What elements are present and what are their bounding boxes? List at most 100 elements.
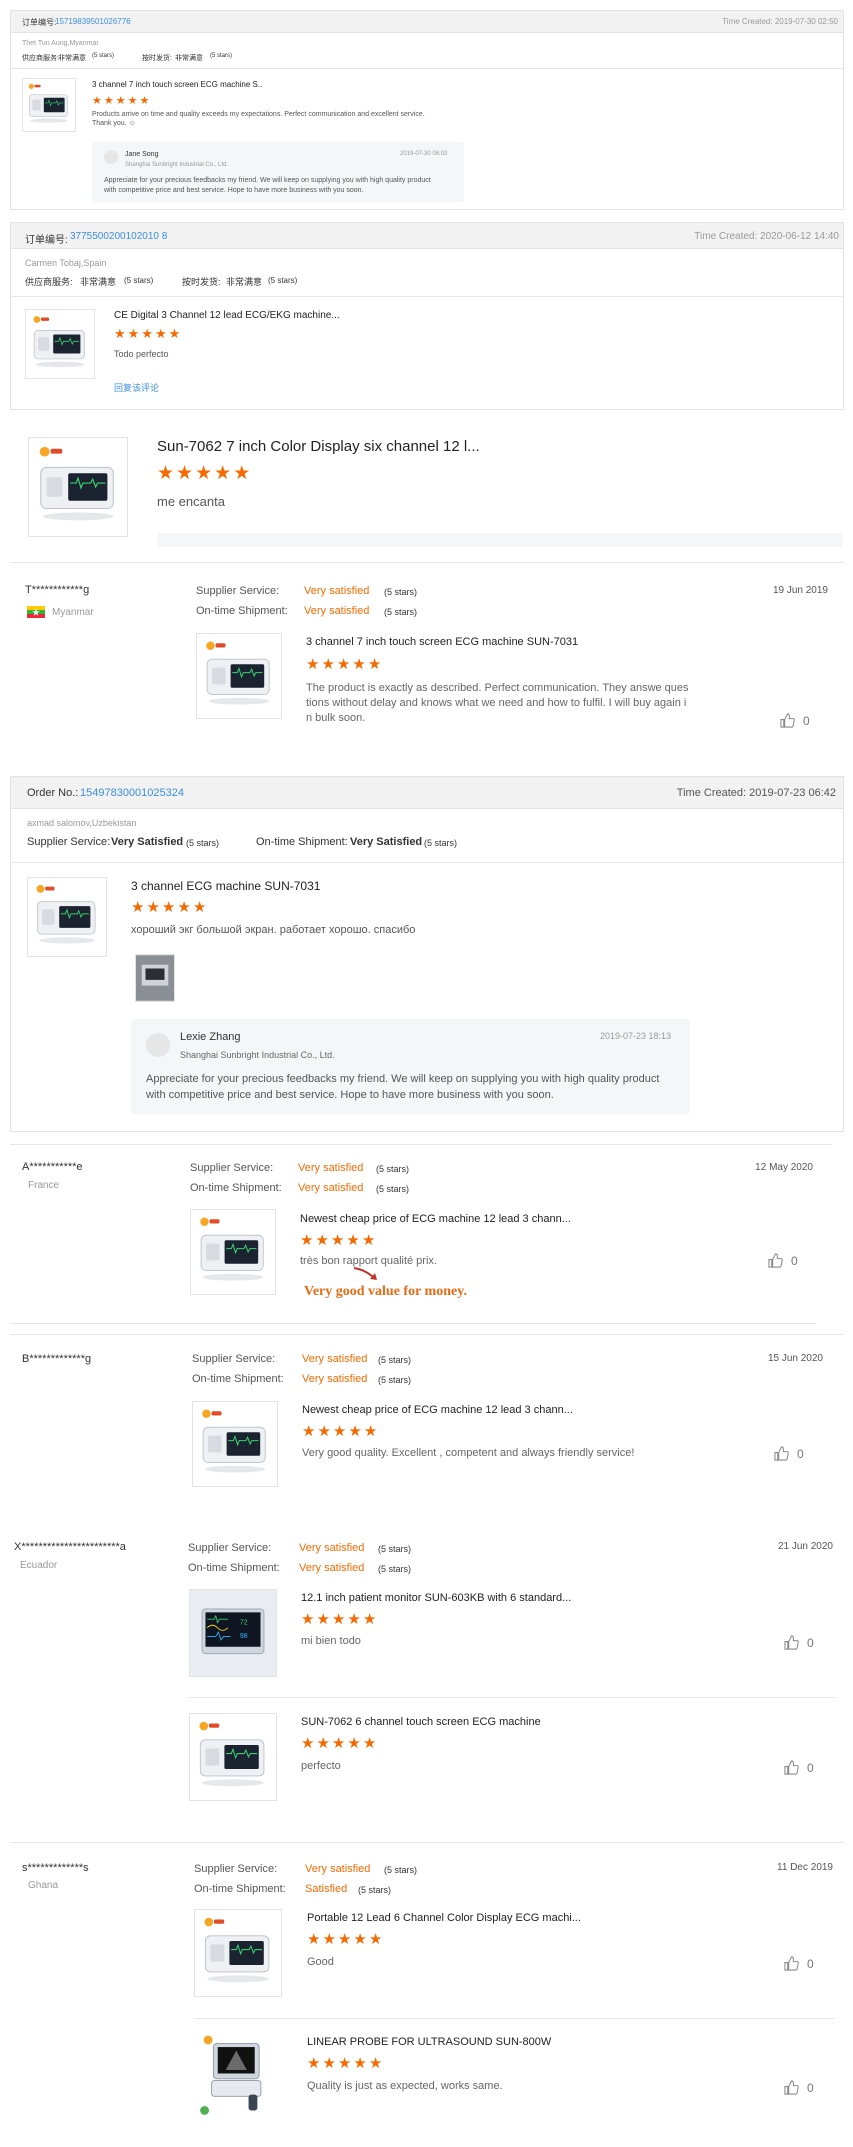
like-button[interactable]: 0 xyxy=(780,713,810,728)
supplier-service-stars: (5 stars) xyxy=(378,1355,412,1365)
star-icon: ★ xyxy=(317,1423,331,1440)
patient-monitor-image[interactable]: 72 98 xyxy=(189,1589,277,1677)
buyer-country: Ghana xyxy=(28,1880,59,1891)
order-time: Time Created: 2019-07-30 02:50 xyxy=(722,17,838,26)
review-date: 21 Jun 2020 xyxy=(777,1541,833,1552)
buyer-name: T************g xyxy=(25,584,90,596)
ecg-machine-image[interactable] xyxy=(25,309,95,379)
star-icon: ★ xyxy=(114,326,126,341)
like-button[interactable]: 0 xyxy=(784,1760,814,1775)
shipment-value: 非常满意 xyxy=(175,55,203,62)
star-icon: ★ xyxy=(316,1611,330,1628)
star-icon: ★ xyxy=(331,1735,346,1752)
supplier-service-label: 供应商服务: xyxy=(22,55,59,62)
star-icon: ★ xyxy=(141,326,153,341)
ecg-machine-image[interactable] xyxy=(22,78,76,132)
star-icon: ★ xyxy=(161,899,176,916)
product-title-link[interactable]: Portable 12 Lead 6 Channel Color Display… xyxy=(307,1912,581,1924)
product-title-link[interactable]: Newest cheap price of ECG machine 12 lea… xyxy=(300,1213,571,1225)
shipment-stars: (5 stars) xyxy=(378,1564,412,1574)
shipment-value: Satisfied xyxy=(305,1883,348,1895)
review-date: 11 Dec 2019 xyxy=(777,1862,833,1873)
star-icon: ★ xyxy=(367,656,382,673)
shipment-value: Very satisfied xyxy=(304,605,370,617)
shipment-label: On-time Shipment: xyxy=(192,1373,284,1385)
supplier-service-value: Very satisfied xyxy=(302,1353,368,1365)
product-title-link[interactable]: SUN-7062 6 channel touch screen ECG mach… xyxy=(301,1716,541,1728)
star-icon: ★ xyxy=(176,463,194,484)
product-title-link[interactable]: 3 channel 7 inch touch screen ECG machin… xyxy=(306,636,578,648)
reply-text-line2: with competitive price and best service.… xyxy=(104,187,364,194)
star-icon: ★ xyxy=(362,1611,377,1628)
product-title-link[interactable]: 3 channel ECG machine SUN-7031 xyxy=(131,879,320,893)
ecg-machine-image[interactable] xyxy=(28,437,128,537)
reply-to-review-link[interactable]: 回复该评论 xyxy=(114,381,159,394)
star-icon: ★ xyxy=(214,463,232,484)
ecg-machine-image[interactable] xyxy=(194,1909,282,1997)
order-number-link[interactable]: 15719839501026776 xyxy=(55,17,131,26)
review-comment: perfecto xyxy=(301,1760,341,1772)
review-comment: The product is exactly as described. Per… xyxy=(306,682,689,694)
supplier-service-value: Very satisfied xyxy=(304,585,370,597)
like-button[interactable]: 0 xyxy=(774,1446,804,1461)
like-count: 0 xyxy=(807,1956,814,1971)
rating-stars: ★ ★ ★ ★ ★ xyxy=(114,326,180,342)
star-icon: ★ xyxy=(368,1931,383,1948)
like-button[interactable]: 0 xyxy=(784,1635,814,1650)
divider xyxy=(10,1842,844,1843)
avatar xyxy=(104,150,118,164)
like-button[interactable]: 0 xyxy=(784,1956,814,1971)
order-header-1 xyxy=(11,11,843,33)
avatar xyxy=(146,1033,170,1057)
shipment-value: Very satisfied xyxy=(302,1373,368,1385)
divider xyxy=(11,68,843,69)
star-icon: ★ xyxy=(347,1735,361,1752)
ecg-machine-image[interactable] xyxy=(190,1209,276,1295)
order-number-link[interactable]: 3775500200102010 8 xyxy=(70,231,167,242)
reply-author: Lexie Zhang xyxy=(180,1031,241,1043)
order-time: Time Created: 2019-07-23 06:42 xyxy=(676,787,836,799)
thumbs-up-icon xyxy=(784,2080,799,2095)
buyer-name: s*************s xyxy=(22,1862,89,1874)
buyer-name: A***********e xyxy=(22,1161,83,1173)
reply-text: Appreciate for your precious feedbacks m… xyxy=(146,1073,660,1085)
reply-time: 2019-07-23 18:13 xyxy=(600,1031,672,1041)
supplier-service-label: 供应商服务: xyxy=(25,277,73,287)
star-icon: ★ xyxy=(353,2055,367,2072)
product-title-link[interactable]: CE Digital 3 Channel 12 lead ECG/EKG mac… xyxy=(114,310,340,321)
shipment-value: Very Satisfied xyxy=(350,836,423,848)
shipment-stars: (5 stars) xyxy=(210,53,233,59)
ecg-machine-image[interactable] xyxy=(189,1713,277,1801)
rating-stars: ★ ★ ★ ★ ★ xyxy=(301,1734,376,1752)
product-title-link[interactable]: LINEAR PROBE FOR ULTRASOUND SUN-800W xyxy=(307,2036,551,2048)
buyer-name: B*************g xyxy=(22,1353,92,1365)
svg-text:98: 98 xyxy=(240,1633,248,1640)
like-count: 0 xyxy=(791,1253,798,1268)
divider xyxy=(194,2018,835,2019)
product-title-link[interactable]: 12.1 inch patient monitor SUN-603KB with… xyxy=(301,1592,571,1604)
supplier-service-label: Supplier Service: xyxy=(196,585,280,597)
product-title-link[interactable]: 3 channel 7 inch touch screen ECG machin… xyxy=(92,80,262,89)
review-date: 15 Jun 2020 xyxy=(767,1353,823,1364)
reply-company: Shanghai Sunbright Industrial Co., Ltd. xyxy=(125,162,229,168)
product-title-link[interactable]: Sun-7062 7 inch Color Display six channe… xyxy=(157,438,480,455)
like-button[interactable]: 0 xyxy=(768,1253,798,1268)
shipment-label: On-time Shipment: xyxy=(188,1562,280,1574)
buyer-name: Thet Tun Aung,Myanmar xyxy=(22,40,99,47)
supplier-service-value: 非常满意 xyxy=(58,55,86,62)
like-count: 0 xyxy=(807,1760,814,1775)
like-button[interactable]: 0 xyxy=(784,2080,814,2095)
svg-text:72: 72 xyxy=(240,1619,248,1626)
order-label: 订单编号: xyxy=(22,18,57,27)
product-title-link[interactable]: Newest cheap price of ECG machine 12 lea… xyxy=(302,1404,573,1416)
order-number-link[interactable]: 15497830001025324 xyxy=(80,787,184,799)
review-photo[interactable] xyxy=(135,954,175,1002)
supplier-service-label: Supplier Service: xyxy=(27,836,111,848)
supplier-service-stars: (5 stars) xyxy=(384,587,418,597)
ecg-machine-image[interactable] xyxy=(196,633,282,719)
ecg-machine-image[interactable] xyxy=(27,877,107,957)
ultrasound-probe-image[interactable] xyxy=(194,2033,282,2121)
ecg-machine-image[interactable] xyxy=(192,1401,278,1487)
order-time: Time Created: 2020-06-12 14:40 xyxy=(694,231,839,242)
star-icon: ★ xyxy=(307,2055,321,2072)
